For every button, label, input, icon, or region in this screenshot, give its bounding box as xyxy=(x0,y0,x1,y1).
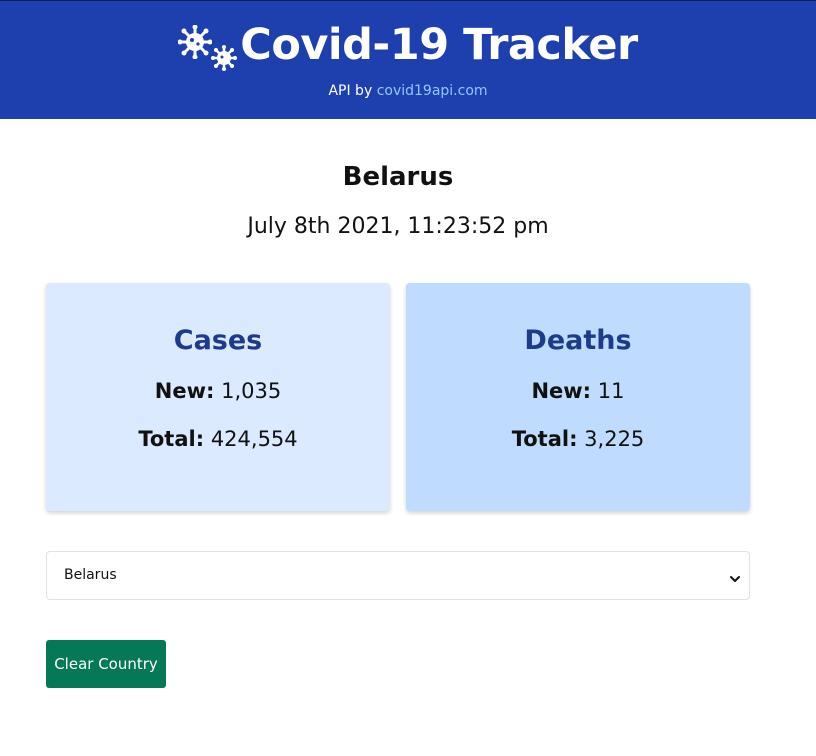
app-header: Covid-19 Tracker API by covid19api.com xyxy=(0,0,816,119)
deaths-total-value: 3,225 xyxy=(584,427,645,451)
deaths-new-label: New: xyxy=(531,379,592,403)
deaths-card-title: Deaths xyxy=(524,325,632,356)
deaths-new-value: 11 xyxy=(597,379,625,403)
deaths-total-label: Total: xyxy=(511,427,578,451)
cases-new: New: 1,035 xyxy=(46,379,390,403)
cases-total: Total: 424,554 xyxy=(46,427,390,451)
last-updated-timestamp: July 8th 2021, 11:23:52 pm xyxy=(247,214,549,239)
cases-total-label: Total: xyxy=(138,427,205,451)
api-credit: API by covid19api.com xyxy=(0,83,816,99)
app-title: Covid-19 Tracker xyxy=(240,19,638,70)
cases-new-label: New: xyxy=(154,379,215,403)
virus-icon xyxy=(178,19,238,71)
country-select-value: Belarus xyxy=(64,567,117,583)
clear-country-button[interactable]: Clear Country xyxy=(46,640,166,688)
cases-card-title: Cases xyxy=(173,325,263,356)
deaths-new: New: 11 xyxy=(406,379,750,403)
deaths-card: Deaths New: 11 Total: 3,225 xyxy=(406,283,750,511)
api-credit-prefix: API by xyxy=(328,83,373,99)
title-row: Covid-19 Tracker xyxy=(0,15,816,75)
deaths-total: Total: 3,225 xyxy=(406,427,750,451)
cases-total-value: 424,554 xyxy=(210,427,298,451)
chevron-down-icon xyxy=(729,570,741,589)
api-link[interactable]: covid19api.com xyxy=(377,83,488,99)
cases-card: Cases New: 1,035 Total: 424,554 xyxy=(46,283,390,511)
country-name: Belarus xyxy=(342,162,454,192)
cases-new-value: 1,035 xyxy=(221,379,282,403)
country-select[interactable]: Belarus xyxy=(46,551,750,600)
